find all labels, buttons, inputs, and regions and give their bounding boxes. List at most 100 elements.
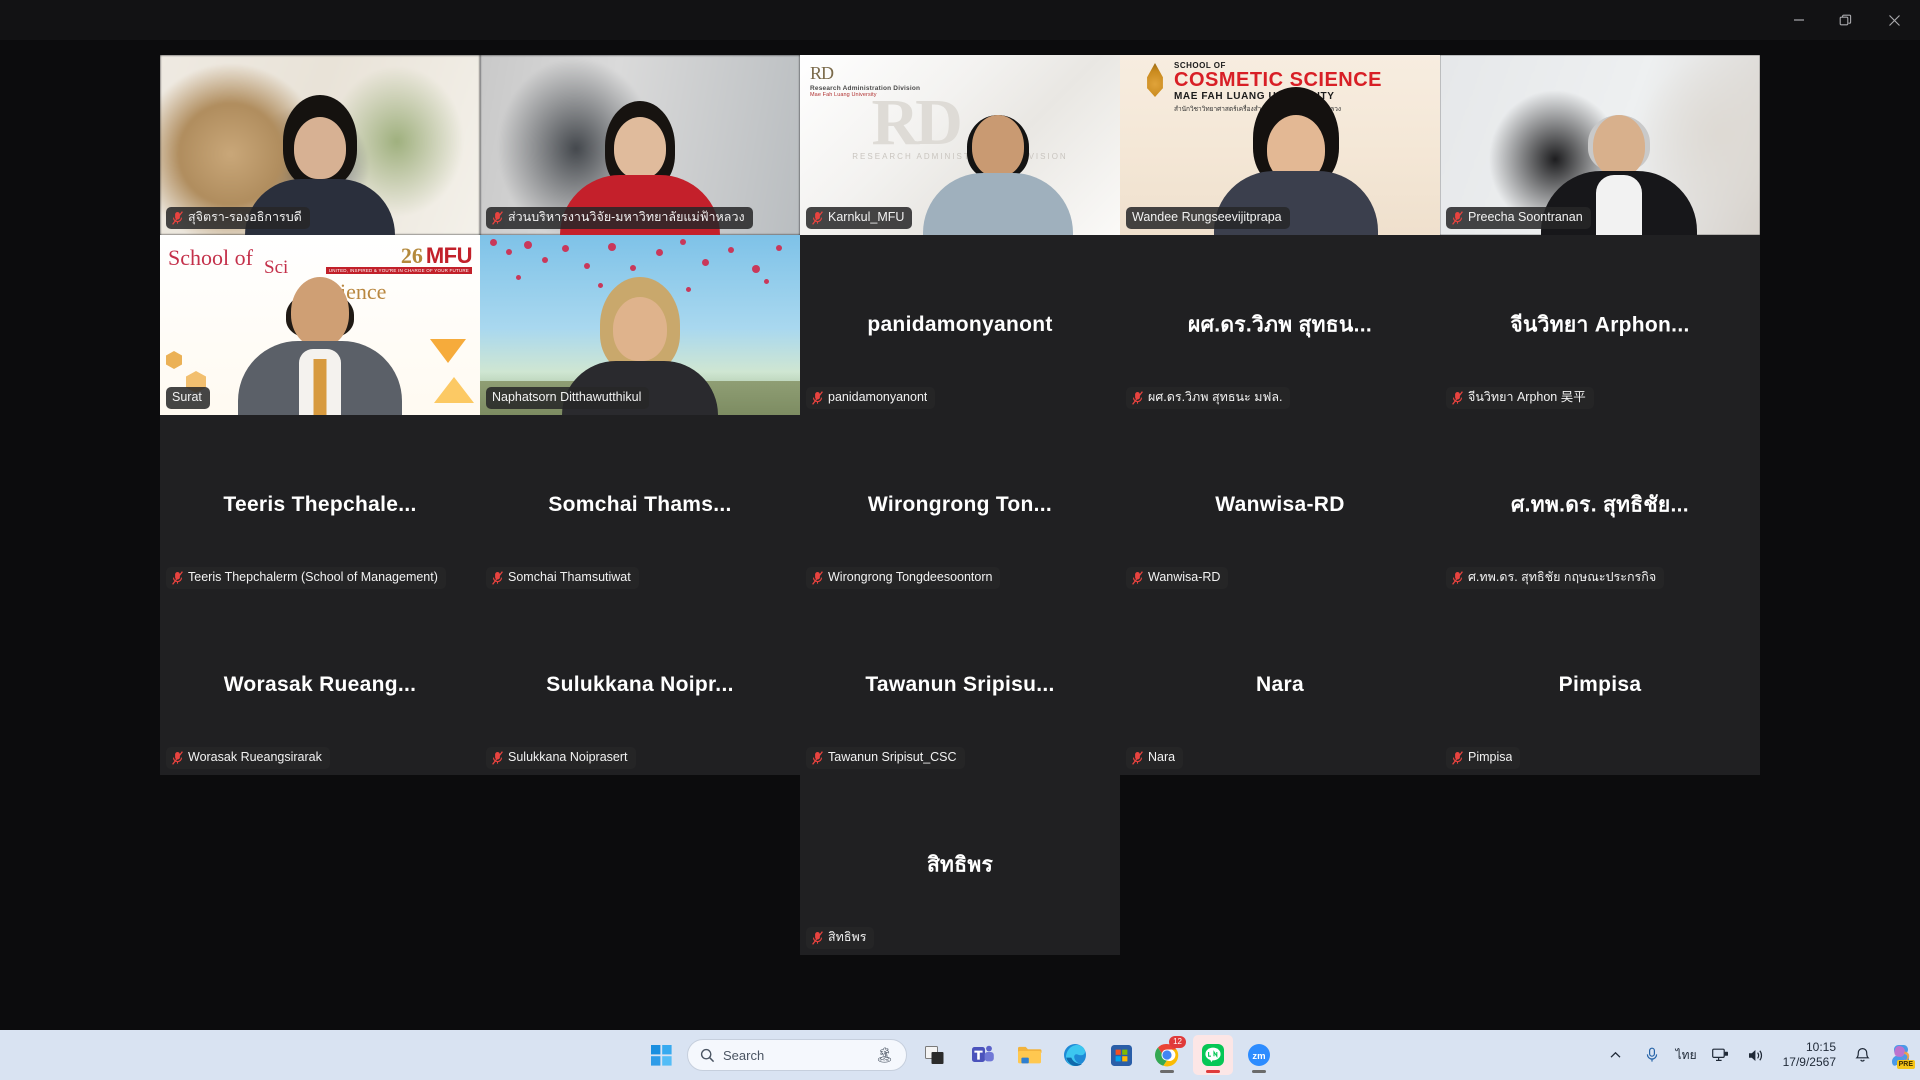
- rd-watermark-subtitle: RESEARCH ADMINISTRATION DIVISION: [852, 152, 1068, 162]
- minimize-button[interactable]: [1776, 0, 1822, 40]
- participant-name: Naphatsorn Ditthawutthikul: [492, 390, 642, 404]
- restore-button[interactable]: [1822, 0, 1868, 40]
- participant-placeholder-name: Worasak Rueang...: [223, 673, 417, 696]
- muted-mic-icon: [492, 570, 503, 585]
- participant-name-badge: Karnkul_MFU: [806, 207, 913, 229]
- participant-tile[interactable]: สิทธิพร สิทธิพร: [800, 775, 1120, 955]
- participant-tile[interactable]: Naphatsorn Ditthawutthikul: [480, 235, 800, 415]
- muted-mic-icon: [812, 570, 823, 585]
- participant-name-badge: panidamonyanont: [806, 387, 936, 409]
- science-banner-word2: Sci: [264, 257, 289, 278]
- participant-name: Wandee Rungseevijitprapa: [1132, 210, 1282, 224]
- zoom-button[interactable]: zm: [1239, 1035, 1279, 1075]
- svg-text:zm: zm: [1252, 1051, 1265, 1062]
- participant-placeholder-name: Wanwisa-RD: [1215, 493, 1345, 516]
- participant-name-badge: Wandee Rungseevijitprapa: [1126, 207, 1290, 229]
- clock-area[interactable]: 10:15 17/9/2567: [1781, 1040, 1838, 1070]
- participant-placeholder-name: ผศ.ดร.วิภพ สุทธน...: [1188, 313, 1372, 337]
- participant-name: ผศ.ดร.วิภพ สุทธนะ มฟล.: [1148, 390, 1283, 404]
- mfu-26-letters: MFU: [425, 243, 473, 268]
- muted-mic-icon: [1452, 570, 1463, 585]
- participant-name: ศ.ทพ.ดร. สุทธิชัย กฤษณะประกรกิจ: [1468, 570, 1657, 584]
- participant-placeholder-name: ศ.ทพ.ดร. สุทธิชัย...: [1511, 493, 1689, 517]
- file-explorer-button[interactable]: [1009, 1035, 1049, 1075]
- participant-name-badge: สิทธิพร: [806, 927, 875, 949]
- muted-mic-icon: [812, 750, 823, 765]
- taskbar-center-group: Search 🏝 12 zm: [641, 1035, 1279, 1075]
- participant-tile[interactable]: จีนวิทยา Arphon... จีนวิทยา Arphon 吴平: [1440, 235, 1760, 415]
- participant-tile[interactable]: RD Research Administration Division Mae …: [800, 55, 1120, 235]
- microsoft-teams-button[interactable]: [963, 1035, 1003, 1075]
- participant-name-badge: ศ.ทพ.ดร. สุทธิชัย กฤษณะประกรกิจ: [1446, 567, 1665, 589]
- participant-name-badge: สุจิตรา-รองอธิการบดี: [166, 207, 310, 229]
- muted-mic-icon: [1132, 750, 1143, 765]
- participant-name-badge: Wanwisa-RD: [1126, 567, 1229, 589]
- clock-date: 17/9/2567: [1782, 1055, 1836, 1069]
- participant-name: Somchai Thamsutiwat: [508, 570, 631, 584]
- participant-tile[interactable]: Pimpisa Pimpisa: [1440, 595, 1760, 775]
- participant-name: panidamonyanont: [828, 390, 928, 404]
- participant-tile[interactable]: Worasak Rueang... Worasak Rueangsirarak: [160, 595, 480, 775]
- participant-name-badge: Nara: [1126, 747, 1184, 769]
- participant-tile[interactable]: Preecha Soontranan: [1440, 55, 1760, 235]
- participant-name-badge: Naphatsorn Ditthawutthikul: [486, 387, 650, 409]
- participant-placeholder-name: จีนวิทยา Arphon...: [1510, 313, 1690, 337]
- participant-tile[interactable]: Teeris Thepchale... Teeris Thepchalerm (…: [160, 415, 480, 595]
- volume-icon[interactable]: [1745, 1040, 1769, 1070]
- start-button[interactable]: [641, 1035, 681, 1075]
- microsoft-edge-button[interactable]: [1055, 1035, 1095, 1075]
- mfu-26-logo: 26 MFU: [401, 243, 473, 269]
- participant-placeholder-name: Sulukkana Noipr...: [546, 673, 734, 696]
- participant-name: Wanwisa-RD: [1148, 570, 1221, 584]
- participant-name-badge: Somchai Thamsutiwat: [486, 567, 639, 589]
- muted-mic-icon: [1132, 570, 1143, 585]
- participant-name-badge: Preecha Soontranan: [1446, 207, 1591, 229]
- muted-mic-icon: [1132, 390, 1143, 405]
- participant-name-badge: ส่วนบริหารงานวิจัย-มหาวิทยาลัยแม่ฟ้าหลวง: [486, 207, 753, 229]
- participant-name-badge: Worasak Rueangsirarak: [166, 747, 330, 769]
- taskbar-running-indicator: [1160, 1070, 1174, 1073]
- participant-tile[interactable]: School of Sci ience 26 MFU UNITED, INSPI…: [160, 235, 480, 415]
- participant-tile[interactable]: ส่วนบริหารงานวิจัย-มหาวิทยาลัยแม่ฟ้าหลวง: [480, 55, 800, 235]
- gallery-row: Worasak Rueang... Worasak Rueangsirarak …: [160, 595, 1760, 775]
- muted-mic-icon: [172, 750, 183, 765]
- task-view-button[interactable]: [917, 1035, 957, 1075]
- microphone-icon[interactable]: [1640, 1040, 1664, 1070]
- close-button[interactable]: [1868, 0, 1920, 40]
- system-tray: ไทย 10:15 17/9/2567 PRE: [1604, 1040, 1916, 1070]
- participant-tile[interactable]: Sulukkana Noipr... Sulukkana Noiprasert: [480, 595, 800, 775]
- language-indicator[interactable]: ไทย: [1676, 1046, 1697, 1065]
- participant-name: จีนวิทยา Arphon 吴平: [1468, 390, 1586, 404]
- line-button[interactable]: [1193, 1035, 1233, 1075]
- participant-tile[interactable]: สุจิตรา-รองอธิการบดี: [160, 55, 480, 235]
- participant-tile[interactable]: Tawanun Sripisu... Tawanun Sripisut_CSC: [800, 595, 1120, 775]
- participant-placeholder-name: Wirongrong Ton...: [867, 493, 1053, 516]
- participant-tile[interactable]: ผศ.ดร.วิภพ สุทธน... ผศ.ดร.วิภพ สุทธนะ มฟ…: [1120, 235, 1440, 415]
- muted-mic-icon: [1452, 210, 1463, 225]
- participant-tile[interactable]: Wirongrong Ton... Wirongrong Tongdeesoon…: [800, 415, 1120, 595]
- search-input[interactable]: Search 🏝: [687, 1039, 907, 1071]
- google-chrome-button[interactable]: 12: [1147, 1035, 1187, 1075]
- participant-placeholder-name: Somchai Thams...: [548, 493, 732, 516]
- bell-icon[interactable]: [1850, 1040, 1874, 1070]
- participant-tile[interactable]: Wanwisa-RD Wanwisa-RD: [1120, 415, 1440, 595]
- participant-tile[interactable]: Somchai Thams... Somchai Thamsutiwat: [480, 415, 800, 595]
- participant-tile[interactable]: ศ.ทพ.ดร. สุทธิชัย... ศ.ทพ.ดร. สุทธิชัย ก…: [1440, 415, 1760, 595]
- participant-tile[interactable]: Nara Nara: [1120, 595, 1440, 775]
- copilot-icon[interactable]: PRE: [1886, 1040, 1916, 1070]
- microsoft-store-button[interactable]: [1101, 1035, 1141, 1075]
- muted-mic-icon: [812, 390, 823, 405]
- muted-mic-icon: [172, 570, 183, 585]
- participant-name-badge: Tawanun Sripisut_CSC: [806, 747, 965, 769]
- participant-name-badge: Wirongrong Tongdeesoontorn: [806, 567, 1001, 589]
- participant-tile[interactable]: panidamonyanont panidamonyanont: [800, 235, 1120, 415]
- participant-name: Pimpisa: [1468, 750, 1513, 764]
- muted-mic-icon: [1452, 750, 1463, 765]
- taskbar-running-indicator: [1252, 1070, 1266, 1073]
- participant-tile-active-speaker[interactable]: SCHOOL OF COSMETIC SCIENCE MAE FAH LUANG…: [1120, 55, 1440, 235]
- participant-gallery: สุจิตรา-รองอธิการบดี ส่วนบริหารงานวิจัย-…: [160, 55, 1760, 955]
- show-hidden-icons-button[interactable]: [1604, 1040, 1628, 1070]
- participant-placeholder-name: panidamonyanont: [867, 313, 1053, 336]
- network-icon[interactable]: [1709, 1040, 1733, 1070]
- muted-mic-icon: [492, 750, 503, 765]
